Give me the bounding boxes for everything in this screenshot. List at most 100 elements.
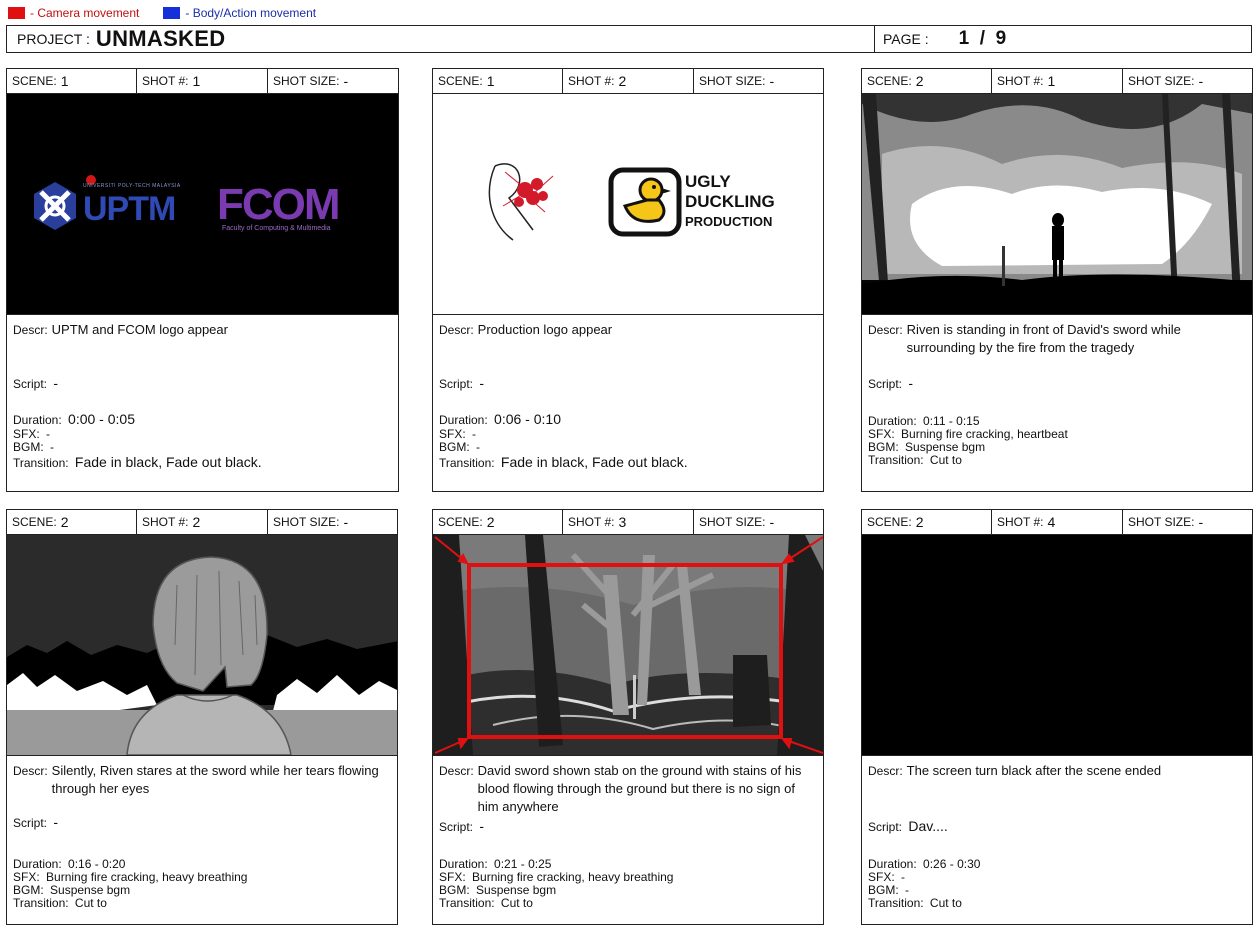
shot-size-label: SHOT SIZE: — [699, 515, 766, 529]
camera-swatch — [8, 7, 25, 19]
transition-value: Fade in black, Fade out black. — [74, 454, 262, 470]
shot-info: Descr: UPTM and FCOM logo appear — [7, 315, 398, 339]
storyboard-panel: SCENE: 1 SHOT #: 2 SHOT SIZE: - UGLY DUC… — [432, 68, 824, 492]
transition-row: Transition: Cut to — [13, 897, 247, 910]
storyboard-panel: SCENE: 2 SHOT #: 2 SHOT SIZE: - Descr: S… — [6, 509, 398, 925]
transition-label: Transition: — [868, 453, 924, 467]
descr-text: The screen turn black after the scene en… — [906, 763, 1162, 778]
shot-header: SCENE: 2 SHOT #: 2 SHOT SIZE: - — [7, 510, 397, 535]
sfx-value: - — [901, 870, 906, 884]
shot-size-cell: SHOT SIZE: - — [1123, 69, 1252, 93]
script-label: Script: — [13, 816, 48, 830]
fcom-logo-text: FCOM — [217, 180, 341, 229]
shot-frame-image: UGLY DUCKLING PRODUCTION — [433, 94, 823, 315]
shot-meta: Duration: 0:16 - 0:20 SFX: Burning fire … — [13, 858, 247, 910]
script-label: Script: — [868, 377, 903, 391]
bgm-label: BGM: — [868, 883, 899, 897]
script: Script: - — [439, 375, 484, 391]
script-value: Dav.... — [908, 818, 948, 834]
uptm-logo-text: UPTM — [83, 190, 176, 228]
project-field: PROJECT : UNMASKED — [7, 26, 875, 52]
bgm-row: BGM: - — [439, 441, 688, 454]
sfx-value: - — [472, 427, 477, 441]
fcom-logo-sub: Faculty of Computing & Multimedia — [222, 225, 331, 232]
sfx-value: Burning fire cracking, heavy breathing — [46, 870, 248, 884]
transition-label: Transition: — [13, 896, 69, 910]
shot-cell: SHOT #: 1 — [992, 69, 1123, 93]
duration-label: Duration: — [439, 413, 488, 427]
shot-size-cell: SHOT SIZE: - — [1123, 510, 1252, 534]
storyboard-panel: SCENE: 2 SHOT #: 1 SHOT SIZE: - Descr: R… — [861, 68, 1253, 492]
script-value: - — [53, 375, 59, 391]
project-name: UNMASKED — [95, 26, 226, 51]
shot-value: 4 — [1047, 514, 1056, 530]
shot-value: 3 — [618, 514, 627, 530]
shot-size-value: - — [769, 73, 775, 89]
shot-label: SHOT #: — [568, 74, 615, 88]
description: Descr: Riven is standing in front of Dav… — [868, 321, 1246, 357]
legend-camera-label: - Camera movement — [30, 6, 140, 20]
description: Descr: David sword shown stab on the gro… — [439, 762, 817, 816]
shot-frame-image — [433, 535, 823, 756]
descr-text: Production logo appear — [477, 322, 613, 337]
shot-meta: Duration: 0:26 - 0:30 SFX: - BGM: - Tran… — [868, 858, 980, 910]
scene-label: SCENE: — [12, 74, 57, 88]
transition-label: Transition: — [439, 456, 495, 470]
shot-size-label: SHOT SIZE: — [273, 515, 340, 529]
transition-label: Transition: — [13, 456, 69, 470]
script-label: Script: — [439, 377, 474, 391]
scene-label: SCENE: — [867, 74, 912, 88]
shot-frame-image — [862, 535, 1252, 756]
shot-header: SCENE: 2 SHOT #: 1 SHOT SIZE: - — [862, 69, 1252, 94]
scene-value: 2 — [60, 514, 69, 530]
bgm-value: - — [905, 883, 910, 897]
duration-label: Duration: — [13, 413, 62, 427]
duration-label: Duration: — [13, 857, 62, 871]
ugly-logo-3: PRODUCTION — [685, 214, 773, 229]
page-header: PROJECT : UNMASKED PAGE : 1 / 9 — [6, 25, 1252, 53]
duration-value: 0:26 - 0:30 — [923, 857, 981, 871]
scene-value: 2 — [486, 514, 495, 530]
legend-body: - Body/Action movement — [163, 6, 316, 20]
transition-value: Cut to — [929, 453, 962, 467]
shot-size-value: - — [343, 73, 349, 89]
shot-size-label: SHOT SIZE: — [699, 74, 766, 88]
scene-label: SCENE: — [867, 515, 912, 529]
bgm-label: BGM: — [13, 440, 44, 454]
sfx-label: SFX: — [13, 870, 40, 884]
shot-size-cell: SHOT SIZE: - — [268, 510, 397, 534]
legend-body-label: - Body/Action movement — [185, 6, 317, 20]
storyboard-panel: SCENE: 2 SHOT #: 3 SHOT SIZE: - Descr: D… — [432, 509, 824, 925]
shot-label: SHOT #: — [142, 515, 189, 529]
shot-label: SHOT #: — [142, 74, 189, 88]
sfx-row: SFX: Burning fire cracking, heavy breath… — [439, 871, 673, 884]
shot-cell: SHOT #: 2 — [137, 510, 268, 534]
body-swatch — [163, 7, 181, 19]
shot-frame-image — [7, 535, 397, 756]
sfx-value: - — [46, 427, 51, 441]
sfx-row: SFX: Burning fire cracking, heavy breath… — [13, 871, 247, 884]
transition-value: Cut to — [500, 896, 533, 910]
shot-header: SCENE: 2 SHOT #: 3 SHOT SIZE: - — [433, 510, 823, 535]
shot-size-cell: SHOT SIZE: - — [694, 69, 823, 93]
sfx-value: Burning fire cracking, heavy breathing — [472, 870, 674, 884]
scene-label: SCENE: — [438, 74, 483, 88]
duration-row: Duration: 0:00 - 0:05 — [13, 411, 262, 428]
descr-label: Descr: — [439, 764, 474, 778]
shot-cell: SHOT #: 3 — [563, 510, 694, 534]
legend-camera: - Camera movement — [8, 6, 139, 20]
shot-value: 2 — [192, 514, 201, 530]
scene-cell: SCENE: 1 — [7, 69, 137, 93]
ugly-logo-2: DUCKLING — [685, 192, 775, 211]
duration-label: Duration: — [868, 414, 917, 428]
duration-value: 0:00 - 0:05 — [68, 411, 135, 427]
description: Descr: UPTM and FCOM logo appear — [13, 321, 392, 339]
duration-label: Duration: — [439, 857, 488, 871]
scene-value: 1 — [486, 73, 495, 89]
page-label: PAGE : — [883, 31, 929, 47]
ugly-logo-1: UGLY — [685, 172, 731, 191]
shot-size-label: SHOT SIZE: — [1128, 74, 1195, 88]
shot-info: Descr: Silently, Riven stares at the swo… — [7, 756, 397, 798]
shot-value: 1 — [192, 73, 201, 89]
duration-value: 0:16 - 0:20 — [68, 857, 126, 871]
